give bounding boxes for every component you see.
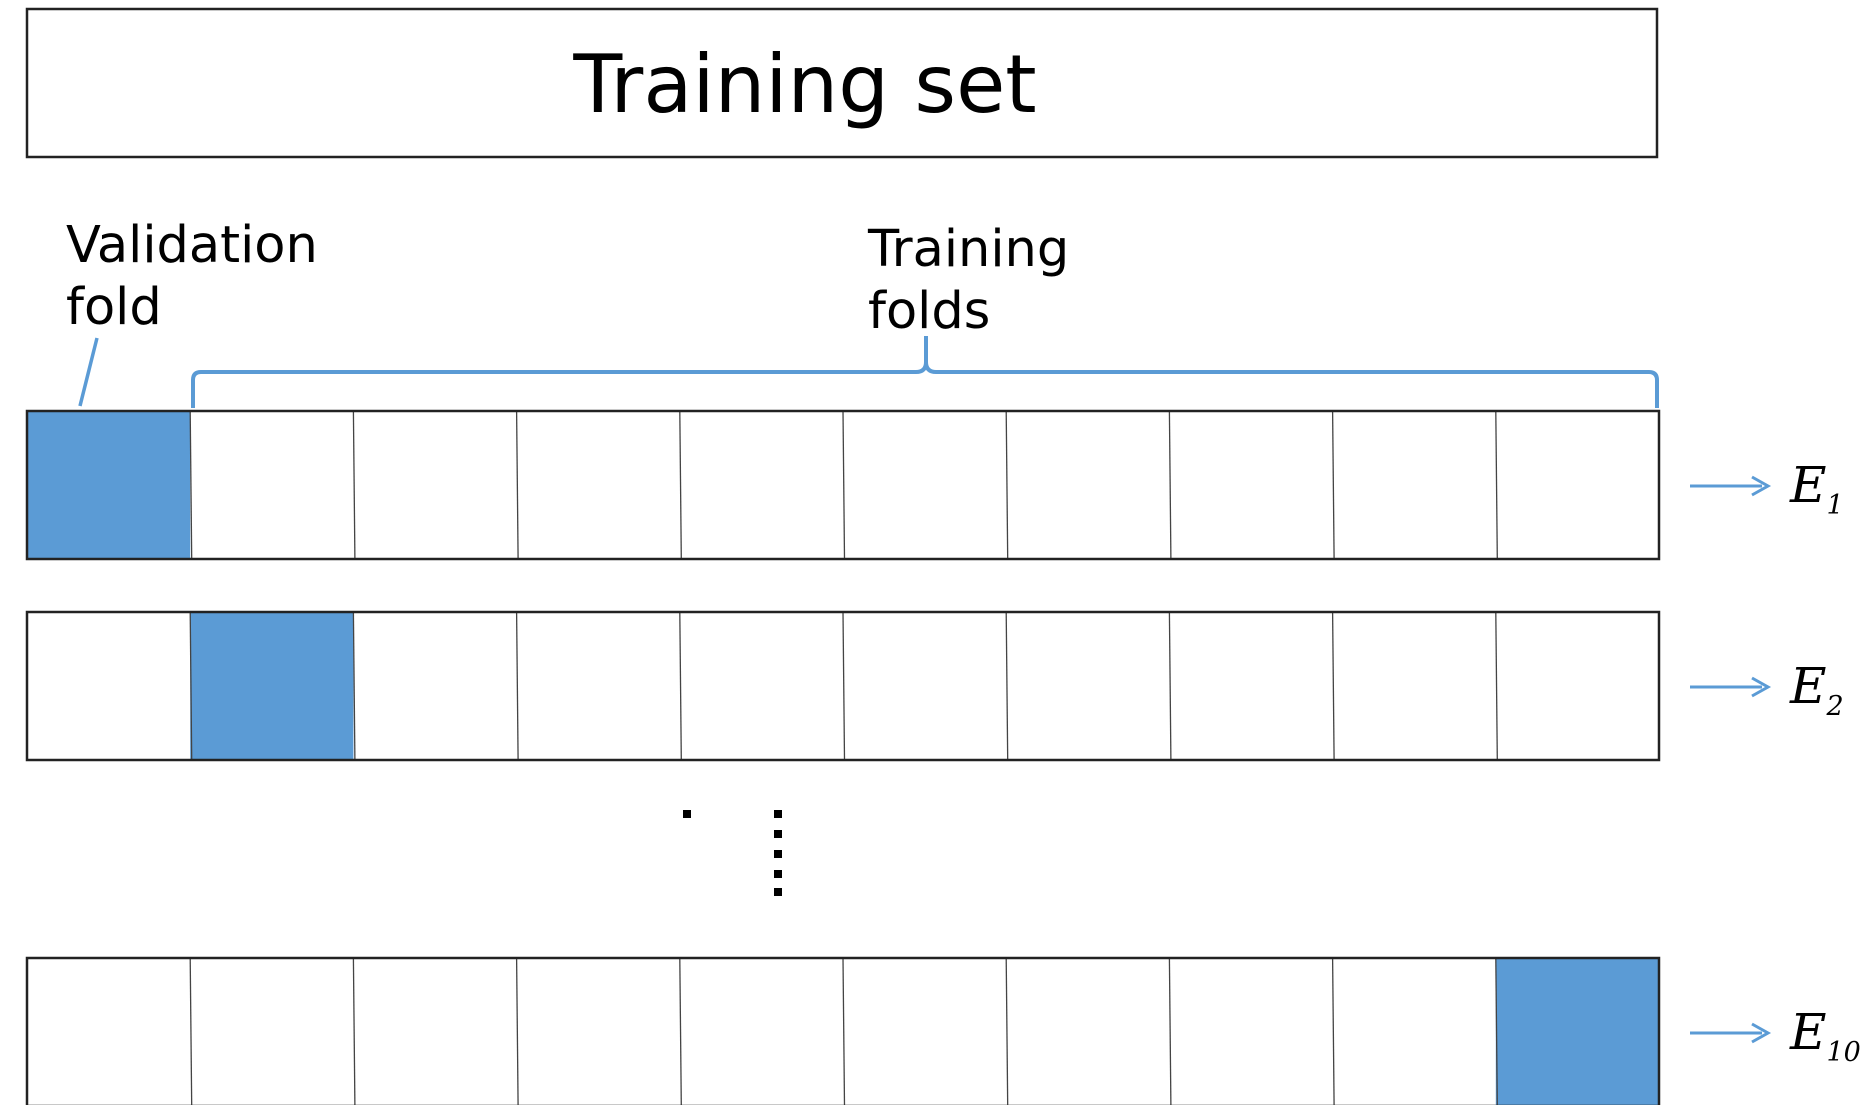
training-folds-label-line2: folds (868, 282, 990, 341)
fold-divider (1495, 410, 1498, 560)
fold-divider (515, 611, 519, 761)
fold-divider (515, 410, 519, 560)
cross-validation-diagram: Training set Validation fold Training fo… (25, 7, 1860, 1105)
fold-divider (1331, 957, 1335, 1105)
training-set-box: Training set (25, 7, 1659, 159)
fold-divider (1495, 611, 1498, 761)
validation-fold-label-line1: Validation (66, 216, 318, 275)
fold-row-2: E2 (25, 610, 1844, 762)
fold-divider (1331, 611, 1335, 761)
training-set-title: Training set (572, 38, 1036, 131)
validation-fold-cell (27, 411, 191, 559)
fold-divider (352, 410, 356, 560)
fold-divider (1005, 410, 1009, 560)
fold-divider (842, 957, 846, 1105)
fold-divider (189, 410, 193, 560)
ellipsis-dot (774, 850, 782, 858)
error-label-2: E2 (1789, 657, 1844, 722)
fold-divider (679, 957, 682, 1105)
fold-divider (189, 957, 193, 1105)
fold-divider (352, 957, 356, 1105)
ellipsis-dot (774, 888, 782, 896)
validation-fold-label-line2: fold (66, 278, 162, 337)
error-subscript: 10 (1827, 1037, 1860, 1068)
fold-divider (679, 410, 682, 560)
fold-divider (679, 611, 682, 761)
fold-divider (1168, 957, 1172, 1105)
ellipsis-dot (774, 810, 782, 818)
fold-divider (1005, 957, 1009, 1105)
fold-divider (515, 957, 519, 1105)
validation-fold-cell (190, 612, 354, 760)
ellipsis-dot (683, 810, 691, 818)
ellipsis-dot (774, 830, 782, 838)
fold-divider (842, 611, 846, 761)
error-subscript: 2 (1826, 691, 1844, 722)
training-folds-brace (191, 336, 1659, 408)
fold-divider (352, 611, 356, 761)
validation-fold-pointer (78, 337, 99, 407)
ellipsis-dots (683, 810, 782, 896)
fold-row-1: E1 (25, 409, 1844, 561)
fold-row-3: E10 (25, 956, 1860, 1105)
training-folds-label-line1: Training (867, 220, 1069, 279)
fold-divider (1168, 611, 1172, 761)
error-subscript: 1 (1827, 490, 1844, 521)
fold-rows: E1 E2 E10 (25, 409, 1860, 1105)
fold-divider (842, 410, 846, 560)
fold-divider (1005, 611, 1009, 761)
ellipsis-dot (774, 870, 782, 878)
validation-fold-cell (1495, 958, 1659, 1105)
fold-divider (1331, 410, 1335, 560)
error-label-3: E10 (1789, 1003, 1860, 1068)
error-label-1: E1 (1789, 456, 1844, 521)
fold-divider (1168, 410, 1172, 560)
